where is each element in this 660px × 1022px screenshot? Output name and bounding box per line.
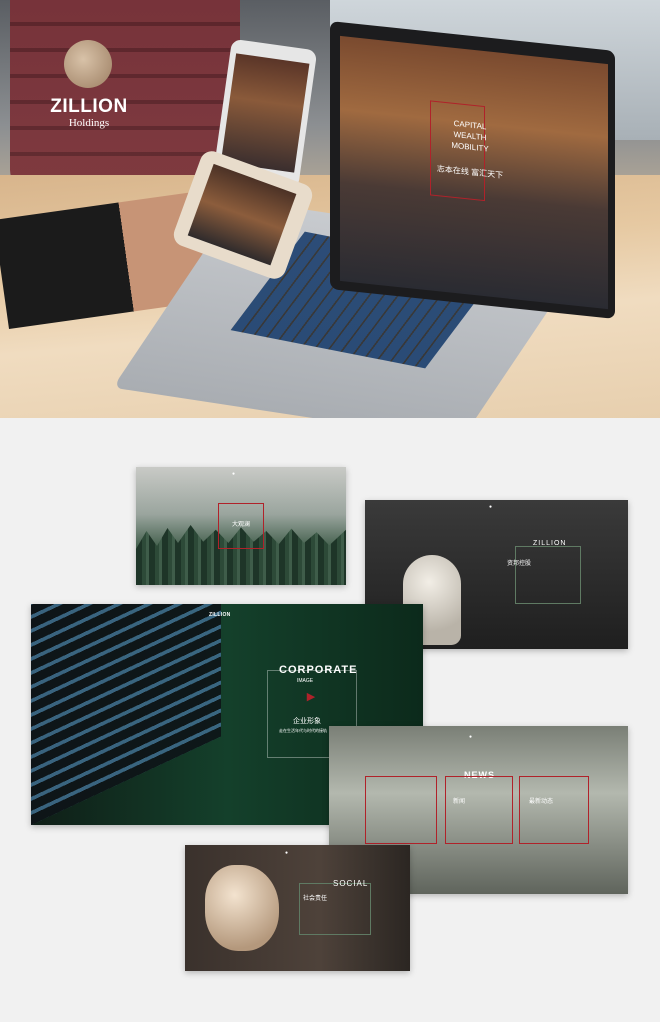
play-icon[interactable]: ▶ xyxy=(301,690,321,703)
social-cn-title: 社会责任 xyxy=(303,896,328,902)
corporate-title: CORPORATE xyxy=(279,664,358,676)
news-card-1[interactable] xyxy=(365,776,437,844)
forest-center-label: 大观澜 xyxy=(231,522,250,528)
news-card-2[interactable] xyxy=(445,776,513,844)
building-image xyxy=(31,604,221,825)
lion-title: ZILLION xyxy=(533,540,567,547)
laptop-screen: CAPITAL WEALTH MOBILITY 志本在线 富汇天下 xyxy=(340,35,608,310)
lion-mark-icon xyxy=(205,865,279,951)
social-title: SOCIAL xyxy=(333,879,369,888)
forest-logo: ● xyxy=(232,471,236,477)
news-item-2: 新闻 xyxy=(453,799,466,805)
social-screen-card: SOCIAL 社会责任 ● xyxy=(185,845,410,971)
lion-subtitle: 资邦控股 xyxy=(507,561,532,567)
corporate-image-label: IMAGE xyxy=(297,678,314,684)
lion-frame xyxy=(515,546,581,604)
corporate-logo: ZILLION xyxy=(209,612,231,618)
brand-name: ZILLION xyxy=(50,96,128,117)
news-logo: ● xyxy=(469,734,473,740)
corporate-cn-title: 企业形象 xyxy=(293,718,321,725)
social-frame xyxy=(299,883,371,935)
forest-screen-card: 大观澜 ● xyxy=(136,467,346,585)
brand-sub: Holdings xyxy=(68,117,110,129)
news-card-3[interactable] xyxy=(519,776,589,844)
lion-logo-icon xyxy=(64,40,112,88)
social-logo: ● xyxy=(285,850,289,856)
hero-photo: CAPITAL WEALTH MOBILITY 志本在线 富汇天下 ZILLIO… xyxy=(0,0,660,418)
corporate-cn-sub: 走在生活年代与时代的接轨 xyxy=(279,728,327,733)
lion-card-logo: ● xyxy=(489,504,493,510)
news-item-3: 最新动态 xyxy=(529,799,554,805)
laptop-screen-text: CAPITAL WEALTH MOBILITY 志本在线 富汇天下 xyxy=(425,115,515,182)
